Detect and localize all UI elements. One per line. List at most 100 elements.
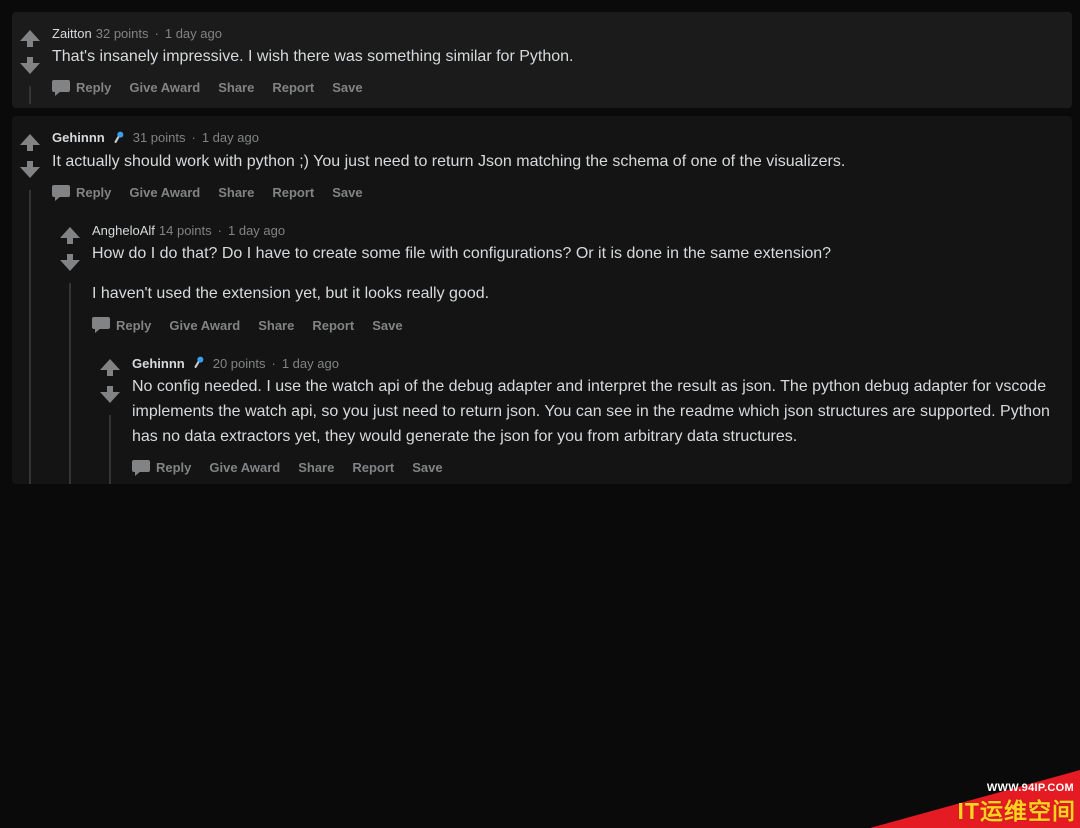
comment-meta: AngheloAlf 14 points · 1 day ago	[92, 223, 1056, 238]
share-button[interactable]: Share	[218, 80, 254, 95]
microphone-icon	[191, 355, 207, 371]
downvote-button[interactable]	[100, 384, 120, 405]
separator-dot: ·	[218, 223, 222, 238]
share-button[interactable]: Share	[298, 460, 334, 475]
points-label: 32 points	[96, 26, 149, 41]
watermark-triangle	[870, 770, 1080, 828]
give-award-button[interactable]: Give Award	[129, 80, 200, 95]
downvote-button[interactable]	[20, 159, 40, 180]
upvote-button[interactable]	[60, 225, 80, 246]
author-link[interactable]: Gehinnn	[132, 356, 185, 371]
microphone-icon	[111, 130, 127, 146]
comment-content: Gehinnn 20 points · 1 day ago No config …	[124, 353, 1056, 483]
comment-text: How do I do that? Do I have to create so…	[92, 242, 1056, 267]
give-award-button[interactable]: Give Award	[209, 460, 280, 475]
share-button[interactable]: Share	[258, 318, 294, 333]
comment-meta: Zaitton 32 points · 1 day ago	[52, 26, 1056, 41]
comment-body: It actually should work with python ;) Y…	[52, 150, 1056, 175]
upvote-icon	[20, 134, 40, 145]
share-button[interactable]: Share	[218, 185, 254, 200]
downvote-icon	[60, 260, 80, 271]
speech-bubble-icon	[52, 185, 70, 201]
comment-body: That's insanely impressive. I wish there…	[52, 45, 1056, 70]
vote-column	[12, 24, 44, 104]
watermark-overlay: WWW.94IP.COM IT运维空间	[820, 768, 1080, 828]
comment-actions: Reply Give Award Share Report Save	[52, 80, 1056, 96]
separator-dot: ·	[191, 130, 195, 145]
upvote-icon-stem	[27, 41, 33, 47]
timestamp: 1 day ago	[228, 223, 285, 238]
report-button[interactable]: Report	[272, 80, 314, 95]
author-link[interactable]: Gehinnn	[52, 130, 105, 145]
comment-text: It actually should work with python ;) Y…	[52, 150, 1056, 175]
points-label: 20 points	[213, 356, 266, 371]
author-link[interactable]: AngheloAlf	[92, 223, 155, 238]
points-label: 14 points	[159, 223, 212, 238]
reply-button[interactable]: Reply	[52, 80, 111, 96]
save-button[interactable]: Save	[372, 318, 402, 333]
upvote-icon-stem	[27, 145, 33, 151]
upvote-button[interactable]	[20, 28, 40, 49]
comment-meta: Gehinnn 31 points · 1 day ago	[52, 130, 1056, 146]
vote-column	[12, 128, 44, 484]
upvote-icon	[20, 30, 40, 41]
thread-line[interactable]	[109, 415, 111, 483]
vote-column	[92, 353, 124, 483]
save-button[interactable]: Save	[332, 80, 362, 95]
reply-button[interactable]: Reply	[52, 185, 111, 201]
save-button[interactable]: Save	[412, 460, 442, 475]
comment-text: That's insanely impressive. I wish there…	[52, 45, 1056, 70]
watermark-url: WWW.94IP.COM	[987, 782, 1074, 794]
upvote-icon-stem	[67, 238, 73, 244]
speech-bubble-icon	[92, 317, 110, 333]
reply-button[interactable]: Reply	[92, 317, 151, 333]
reply-button[interactable]: Reply	[132, 460, 191, 476]
separator-dot: ·	[155, 26, 159, 41]
save-button[interactable]: Save	[332, 185, 362, 200]
reply-label: Reply	[116, 318, 151, 333]
report-button[interactable]: Report	[312, 318, 354, 333]
downvote-icon	[100, 392, 120, 403]
comment-body: How do I do that? Do I have to create so…	[92, 242, 1056, 308]
downvote-icon	[20, 63, 40, 74]
comment: AngheloAlf 14 points · 1 day ago How do …	[52, 209, 1056, 484]
reply-label: Reply	[76, 185, 111, 200]
thread-line[interactable]	[29, 190, 31, 484]
downvote-button[interactable]	[20, 55, 40, 76]
timestamp: 1 day ago	[165, 26, 222, 41]
upvote-button[interactable]	[20, 132, 40, 153]
comment-body: No config needed. I use the watch api of…	[132, 375, 1056, 449]
thread-line[interactable]	[69, 283, 71, 484]
report-button[interactable]: Report	[352, 460, 394, 475]
points-label: 31 points	[133, 130, 186, 145]
reply-label: Reply	[156, 460, 191, 475]
watermark-text: IT运维空间	[958, 792, 1076, 826]
comment: Gehinnn 31 points · 1 day ago It actuall…	[12, 116, 1072, 484]
comment: Zaitton 32 points · 1 day ago That's ins…	[12, 12, 1072, 108]
give-award-button[interactable]: Give Award	[129, 185, 200, 200]
comment-content: Zaitton 32 points · 1 day ago That's ins…	[44, 24, 1056, 104]
comment-actions: Reply Give Award Share Report Save	[92, 317, 1056, 333]
comment-actions: Reply Give Award Share Report Save	[132, 460, 1056, 476]
speech-bubble-icon	[52, 80, 70, 96]
report-button[interactable]: Report	[272, 185, 314, 200]
upvote-icon	[60, 227, 80, 238]
downvote-icon	[20, 167, 40, 178]
comment-text: No config needed. I use the watch api of…	[132, 375, 1056, 449]
timestamp: 1 day ago	[202, 130, 259, 145]
upvote-button[interactable]	[100, 357, 120, 378]
comment-text: I haven't used the extension yet, but it…	[92, 282, 1056, 307]
give-award-button[interactable]: Give Award	[169, 318, 240, 333]
upvote-icon-stem	[107, 370, 113, 376]
comment-content: Gehinnn 31 points · 1 day ago It actuall…	[44, 128, 1056, 484]
speech-bubble-icon	[132, 460, 150, 476]
author-link[interactable]: Zaitton	[52, 26, 92, 41]
downvote-button[interactable]	[60, 252, 80, 273]
upvote-icon	[100, 359, 120, 370]
comment-content: AngheloAlf 14 points · 1 day ago How do …	[84, 221, 1056, 484]
comment-thread: Zaitton 32 points · 1 day ago That's ins…	[0, 0, 1080, 492]
timestamp: 1 day ago	[282, 356, 339, 371]
comment: Gehinnn 20 points · 1 day ago No config …	[92, 341, 1056, 483]
comment-meta: Gehinnn 20 points · 1 day ago	[132, 355, 1056, 371]
thread-line[interactable]	[29, 86, 31, 104]
